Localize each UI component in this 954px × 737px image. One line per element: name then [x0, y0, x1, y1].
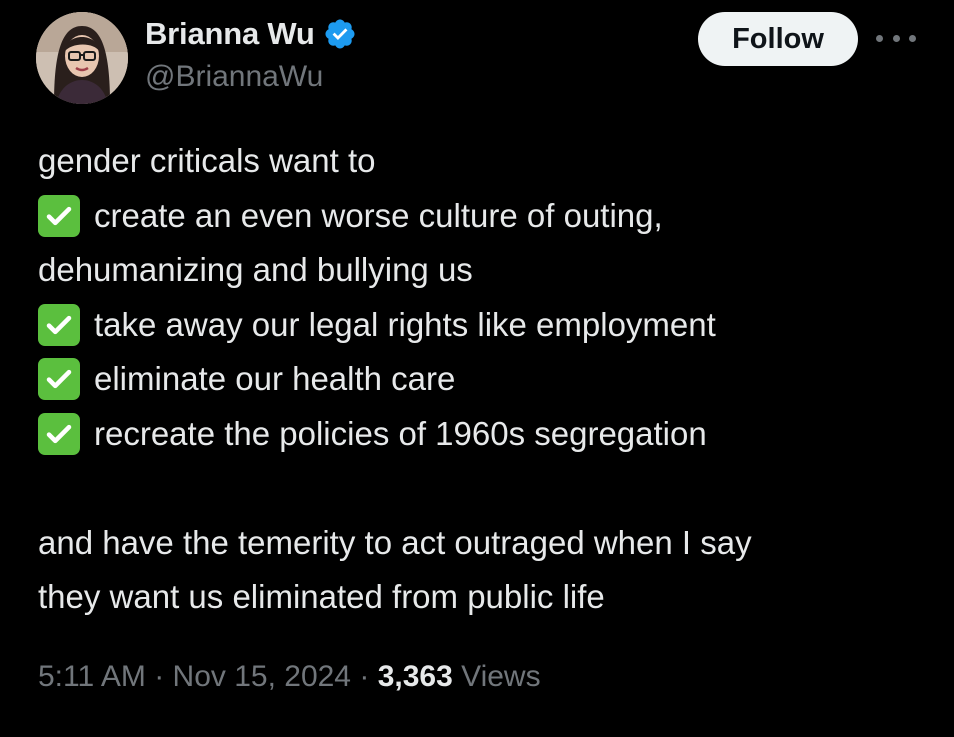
tweet-item-line: recreate the policies of 1960s segregati… [38, 407, 938, 462]
tweet-item-continuation: dehumanizing and bullying us [38, 251, 473, 288]
tweet-text: gender criticals want to create an even … [38, 134, 938, 625]
check-mark-button-emoji-icon [38, 412, 80, 455]
tweet-item-line: take away our legal rights like employme… [38, 298, 938, 353]
tweet-card: Brianna Wu @BriannaWu Follow gender crit… [0, 0, 954, 737]
verified-badge-icon[interactable] [323, 17, 357, 51]
author-avatar[interactable] [36, 12, 128, 104]
tweet-item-text: eliminate our health care [94, 360, 456, 397]
tweet-intro-line: gender criticals want to [38, 142, 376, 179]
tweet-item-text: create an even worse culture of outing, [94, 196, 663, 234]
views-label: Views [461, 660, 541, 693]
tweet-time[interactable]: 5:11 AM [38, 660, 146, 693]
check-mark-button-emoji-icon [38, 303, 80, 346]
author-handle[interactable]: @BriannaWu [145, 60, 323, 94]
more-options-icon[interactable] [876, 28, 916, 48]
meta-separator: · [359, 660, 370, 693]
author-display-name[interactable]: Brianna Wu [145, 16, 315, 52]
tweet-meta: 5:11 AM · Nov 15, 2024 · 3,363 Views [38, 660, 541, 694]
tweet-item-text: take away our legal rights like employme… [94, 305, 716, 343]
avatar-image [36, 12, 128, 104]
author-name-row: Brianna Wu [145, 14, 357, 54]
more-dot [876, 34, 883, 42]
tweet-item-line: create an even worse culture of outing, [38, 189, 938, 244]
tweet-item-line: eliminate our health care [38, 352, 938, 407]
more-dot [892, 34, 900, 42]
tweet-closing-line: they want us eliminated from public life [38, 578, 605, 615]
check-mark-button-emoji-icon [38, 194, 80, 237]
tweet-item-text: recreate the policies of 1960s segregati… [94, 414, 707, 452]
more-dot [909, 34, 916, 42]
follow-button[interactable]: Follow [698, 12, 858, 66]
views-count[interactable]: 3,363 [378, 660, 453, 693]
tweet-date[interactable]: Nov 15, 2024 [173, 660, 351, 693]
check-mark-button-emoji-icon [38, 358, 80, 401]
meta-separator: · [154, 660, 165, 693]
tweet-closing-line: and have the temerity to act outraged wh… [38, 523, 752, 561]
